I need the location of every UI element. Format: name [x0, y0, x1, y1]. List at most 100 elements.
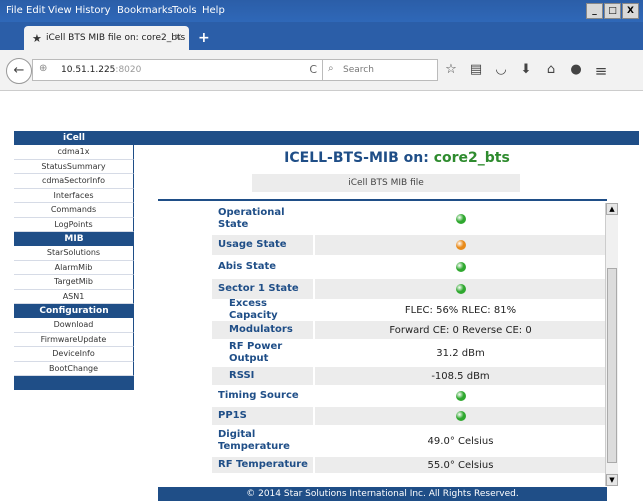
table-row: Sector 1 State — [212, 279, 606, 300]
downloads-icon[interactable]: ⬇ — [519, 62, 533, 80]
maximize-button[interactable]: □ — [604, 3, 621, 19]
toolbar-icons: ☆ ▤ ◡ ⬇ ⌂ ● ≡ — [444, 62, 608, 80]
sidebar-section-mib: MIB — [14, 232, 134, 246]
sidebar-footer-bar — [14, 376, 134, 390]
menu-file[interactable]: File — [6, 5, 23, 16]
site-star-icon: ★ — [32, 32, 42, 45]
window-controls: _ □ X — [586, 3, 639, 19]
row-label: Operational State — [218, 207, 285, 230]
url-port: :8020 — [115, 65, 142, 75]
menu-view[interactable]: View — [48, 5, 72, 16]
sidebar-item-alarmmib[interactable]: AlarmMib — [14, 260, 134, 275]
status-cell — [313, 386, 606, 406]
page-title-prefix: ICELL-BTS-MIB on: — [284, 150, 434, 166]
device-name: core2_bts — [433, 150, 510, 166]
reading-list-icon[interactable]: ▤ — [469, 62, 483, 80]
scroll-down-icon[interactable]: ▼ — [606, 474, 618, 486]
content-divider — [158, 199, 607, 201]
tab-close-icon[interactable]: × — [174, 32, 182, 43]
sidebar-item-commands[interactable]: Commands — [14, 203, 134, 218]
url-host: 10.51.1.225 — [61, 65, 116, 75]
sidebar-section-configuration: Configuration — [14, 304, 134, 318]
row-label: Digital Temperature — [218, 429, 290, 452]
table-row: Modulators Forward CE: 0 Reverse CE: 0 — [212, 321, 606, 340]
sidebar-item-logpoints[interactable]: LogPoints — [14, 217, 134, 232]
row-label: Timing Source — [218, 390, 299, 401]
sidebar-item-asn1[interactable]: ASN1 — [14, 289, 134, 304]
table-row: Usage State — [212, 235, 606, 256]
back-arrow-icon: ← — [13, 63, 25, 78]
browser-menubar: File Edit View History Bookmarks Tools H… — [0, 0, 643, 22]
table-row: RSSI -108.5 dBm — [212, 367, 606, 386]
menu-bookmarks[interactable]: Bookmarks — [117, 5, 173, 16]
reload-icon[interactable]: C — [309, 63, 317, 76]
scroll-up-icon[interactable]: ▲ — [606, 203, 618, 215]
green-status-indicator-icon — [455, 262, 466, 272]
sidebar-item-deviceinfo[interactable]: DeviceInfo — [14, 347, 134, 362]
navigation-toolbar: ← ⊕ 10.51.1.225:8020 C ⌕ Search ☆ ▤ ◡ ⬇ … — [0, 50, 643, 91]
row-label: RSSI — [229, 370, 255, 381]
sidebar-item-cdma1x[interactable]: cdma1x — [14, 145, 134, 160]
green-status-indicator-icon — [455, 214, 466, 224]
search-icon: ⌕ — [328, 63, 334, 74]
row-value: FLEC: 56% RLEC: 81% — [313, 300, 606, 320]
row-label: Abis State — [218, 261, 277, 272]
bookmark-star-icon[interactable]: ☆ — [444, 62, 458, 80]
row-value: 55.0° Celsius — [313, 457, 606, 473]
table-row: RF Temperature 55.0° Celsius — [212, 457, 606, 474]
row-label: Excess Capacity — [229, 298, 278, 321]
vertical-scrollbar[interactable]: ▲ ▼ — [605, 203, 618, 486]
home-icon[interactable]: ⌂ — [544, 62, 558, 80]
sidebar-item-firmwareupdate[interactable]: FirmwareUpdate — [14, 332, 134, 347]
menu-tools[interactable]: Tools — [172, 5, 197, 16]
row-value: 49.0° Celsius — [313, 426, 606, 456]
row-value: 31.2 dBm — [313, 340, 606, 366]
green-status-indicator-icon — [455, 411, 466, 421]
url-bar[interactable]: ⊕ 10.51.1.225:8020 C — [32, 59, 324, 81]
hamburger-menu-icon[interactable]: ≡ — [594, 62, 608, 80]
back-button[interactable]: ← — [6, 58, 32, 84]
menu-history[interactable]: History — [75, 5, 111, 16]
sidebar-section-icell: iCell — [14, 131, 134, 145]
status-cell — [313, 204, 606, 234]
status-cell — [313, 235, 606, 255]
url-text: 10.51.1.225:8020 — [61, 65, 141, 75]
menu-edit[interactable]: Edit — [26, 5, 45, 16]
site-info-icon[interactable]: ⊕ — [39, 63, 47, 74]
sidebar-item-cdmasectorinfo[interactable]: cdmaSectorInfo — [14, 174, 134, 189]
table-row: Excess Capacity FLEC: 56% RLEC: 81% — [212, 298, 606, 321]
close-window-button[interactable]: X — [622, 3, 639, 19]
pocket-icon[interactable]: ◡ — [494, 62, 508, 80]
minimize-button[interactable]: _ — [586, 3, 603, 19]
sidebar-item-starsolutions[interactable]: StarSolutions — [14, 246, 134, 261]
search-box[interactable]: ⌕ Search — [322, 59, 438, 81]
menu-help[interactable]: Help — [202, 5, 225, 16]
tab-title: iCell BTS MIB file on: core2_bts — [46, 33, 186, 43]
sidebar-nav: iCell cdma1x StatusSummary cdmaSectorInfo In… — [14, 131, 134, 390]
chat-icon[interactable]: ● — [569, 62, 583, 80]
sidebar-item-statussummary[interactable]: StatusSummary — [14, 159, 134, 174]
row-label: PP1S — [218, 410, 247, 421]
status-cell — [313, 256, 606, 278]
status-cell — [313, 279, 606, 299]
tab-icell-bts-mib[interactable]: ★ iCell BTS MIB file on: core2_bts × — [24, 26, 189, 50]
page-footer: © 2014 Star Solutions International Inc.… — [158, 487, 607, 501]
sidebar-item-interfaces[interactable]: Interfaces — [14, 188, 134, 203]
table-row: Abis State — [212, 256, 606, 279]
row-value: -108.5 dBm — [313, 367, 606, 385]
sidebar-item-download[interactable]: Download — [14, 318, 134, 333]
table-row: RF Power Output 31.2 dBm — [212, 340, 606, 367]
sidebar-item-targetmib[interactable]: TargetMib — [14, 275, 134, 290]
row-label: RF Temperature — [218, 459, 308, 470]
orange-status-indicator-icon — [455, 240, 466, 250]
status-cell — [313, 407, 606, 425]
tab-strip: ★ iCell BTS MIB file on: core2_bts × + — [0, 22, 643, 50]
green-status-indicator-icon — [455, 391, 466, 401]
mib-status-table: Operational State Usage State Abis State Se… — [212, 204, 606, 474]
green-status-indicator-icon — [455, 284, 466, 294]
sidebar-item-bootchange[interactable]: BootChange — [14, 361, 134, 376]
new-tab-button[interactable]: + — [198, 30, 210, 46]
table-row: Operational State — [212, 204, 606, 235]
table-row: Digital Temperature 49.0° Celsius — [212, 426, 606, 457]
scroll-thumb[interactable] — [607, 268, 617, 463]
